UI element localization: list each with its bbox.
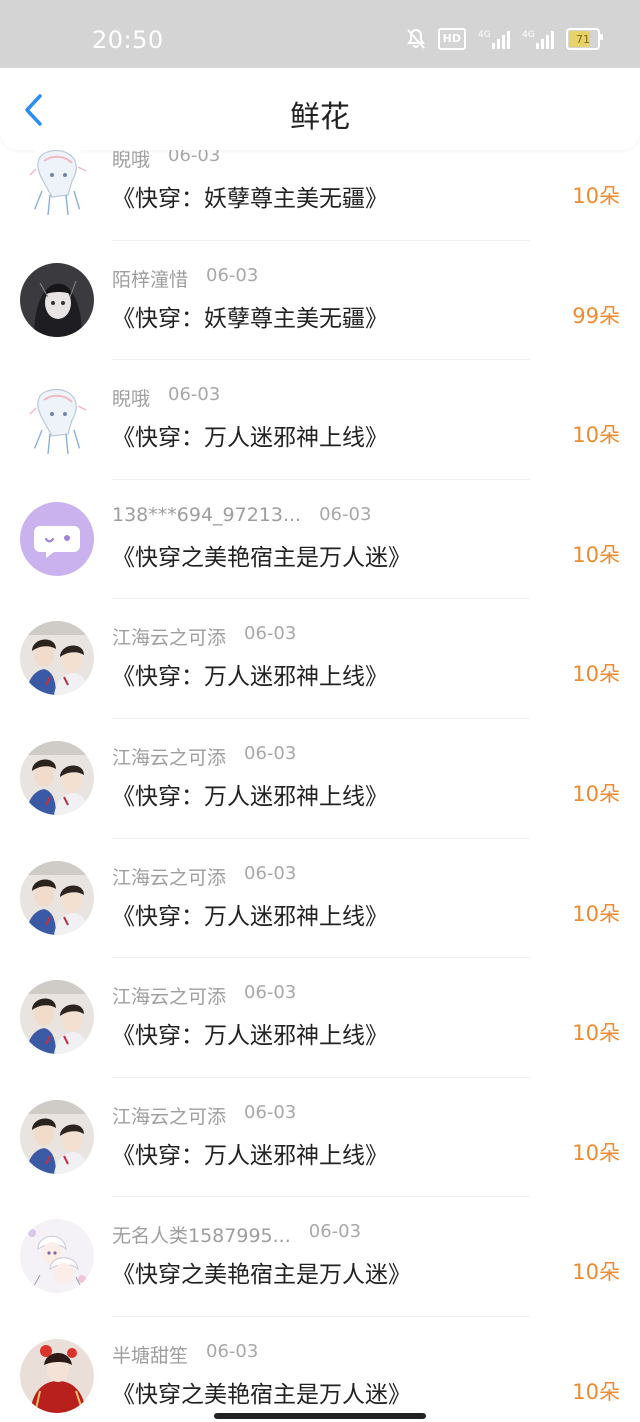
list-item[interactable]: 睨哦 06-03 《快穿：万人迷邪神上线》 10朵 xyxy=(0,360,640,480)
flower-count: 10朵 xyxy=(572,1140,620,1165)
status-icons: HD 4G 4G 71 xyxy=(406,28,603,50)
flower-gift-list[interactable]: 睨哦 06-03 《快穿：妖孽尊主美无疆》 10朵 陌梓潼惜 06-03 《快穿：妖孽尊主美… xyxy=(0,150,640,1422)
book-title[interactable]: 《快穿：万人迷邪神上线》 xyxy=(112,777,388,811)
flower-count: 10朵 xyxy=(572,901,620,926)
signal-icon-2: 4G xyxy=(522,28,554,50)
user-name[interactable]: 138***694_97213... xyxy=(112,504,301,526)
avatar[interactable] xyxy=(20,1099,94,1174)
book-title[interactable]: 《快穿之美艳宿主是万人迷》 xyxy=(112,538,411,572)
user-name[interactable]: 江海云之可添 xyxy=(112,623,226,650)
signal-icon: 4G xyxy=(478,28,510,50)
avatar[interactable] xyxy=(20,980,94,1055)
header: 鲜花 xyxy=(0,68,640,150)
list-item[interactable]: 陌梓潼惜 06-03 《快穿：妖孽尊主美无疆》 99朵 xyxy=(0,241,640,361)
battery-level: 71 xyxy=(576,32,590,46)
list-item[interactable]: 江海云之可添 06-03 《快穿：万人迷邪神上线》 10朵 xyxy=(0,958,640,1078)
flower-count: 10朵 xyxy=(572,1379,620,1404)
user-name[interactable]: 睨哦 xyxy=(112,150,150,172)
avatar[interactable] xyxy=(20,150,94,217)
flower-count: 10朵 xyxy=(572,662,620,687)
user-name[interactable]: 睨哦 xyxy=(112,384,150,411)
user-name[interactable]: 江海云之可添 xyxy=(112,743,226,770)
status-time: 20:50 xyxy=(92,26,164,54)
user-name[interactable]: 江海云之可添 xyxy=(112,982,226,1009)
avatar[interactable] xyxy=(20,860,94,935)
avatar[interactable] xyxy=(20,501,94,576)
list-item[interactable]: 睨哦 06-03 《快穿：妖孽尊主美无疆》 10朵 xyxy=(0,150,640,241)
avatar[interactable] xyxy=(20,740,94,815)
gift-date: 06-03 xyxy=(244,742,297,764)
book-title[interactable]: 《快穿：万人迷邪神上线》 xyxy=(112,897,388,931)
flower-count: 10朵 xyxy=(572,184,620,208)
list-item[interactable]: 江海云之可添 06-03 《快穿：万人迷邪神上线》 10朵 xyxy=(0,1078,640,1198)
gift-date: 06-03 xyxy=(244,862,297,884)
gift-date: 06-03 xyxy=(244,982,297,1004)
list-item[interactable]: 江海云之可添 06-03 《快穿：万人迷邪神上线》 10朵 xyxy=(0,599,640,719)
list-item[interactable]: 半塘甜笙 06-03 《快穿之美艳宿主是万人迷》 10朵 xyxy=(0,1317,640,1422)
book-title[interactable]: 《快穿之美艳宿主是万人迷》 xyxy=(112,1375,411,1409)
user-name[interactable]: 江海云之可添 xyxy=(112,863,226,890)
book-title[interactable]: 《快穿：妖孽尊主美无疆》 xyxy=(112,179,388,213)
avatar[interactable] xyxy=(20,1338,94,1413)
flower-count: 10朵 xyxy=(572,781,620,806)
user-name[interactable]: 半塘甜笙 xyxy=(112,1341,188,1368)
home-indicator[interactable] xyxy=(214,1413,426,1419)
user-name[interactable]: 无名人类1587995... xyxy=(112,1221,291,1248)
book-title[interactable]: 《快穿：万人迷邪神上线》 xyxy=(112,1016,388,1050)
svg-text:4G: 4G xyxy=(522,30,535,40)
svg-text:4G: 4G xyxy=(478,30,491,40)
gift-date: 06-03 xyxy=(206,264,259,286)
book-title[interactable]: 《快穿：妖孽尊主美无疆》 xyxy=(112,299,388,333)
page-title: 鲜花 xyxy=(290,100,350,135)
battery-icon: 71 xyxy=(566,28,603,50)
book-title[interactable]: 《快穿：万人迷邪神上线》 xyxy=(112,657,388,691)
flower-count: 10朵 xyxy=(572,542,620,567)
list-item[interactable]: 无名人类1587995... 06-03 《快穿之美艳宿主是万人迷》 10朵 xyxy=(0,1197,640,1317)
gift-date: 06-03 xyxy=(168,384,221,406)
flower-count: 10朵 xyxy=(572,1021,620,1046)
list-item[interactable]: 江海云之可添 06-03 《快穿：万人迷邪神上线》 10朵 xyxy=(0,839,640,959)
avatar[interactable] xyxy=(20,621,94,696)
book-title[interactable]: 《快穿之美艳宿主是万人迷》 xyxy=(112,1255,411,1289)
book-title[interactable]: 《快穿：万人迷邪神上线》 xyxy=(112,1136,388,1170)
avatar[interactable] xyxy=(20,1219,94,1294)
list-item[interactable]: 138***694_97213... 06-03 《快穿之美艳宿主是万人迷》 10朵 xyxy=(0,480,640,600)
user-name[interactable]: 陌梓潼惜 xyxy=(112,265,188,292)
avatar[interactable] xyxy=(20,382,94,457)
book-title[interactable]: 《快穿：万人迷邪神上线》 xyxy=(112,418,388,452)
gift-date: 06-03 xyxy=(244,623,297,645)
gift-date: 06-03 xyxy=(244,1101,297,1123)
hd-badge: HD xyxy=(437,28,466,50)
gift-date: 06-03 xyxy=(319,503,372,525)
flower-count: 10朵 xyxy=(572,423,620,448)
list-item[interactable]: 江海云之可添 06-03 《快穿：万人迷邪神上线》 10朵 xyxy=(0,719,640,839)
gift-date: 06-03 xyxy=(308,1221,362,1243)
status-bar: 20:50 HD 4G 4G 71 xyxy=(0,0,640,68)
avatar[interactable] xyxy=(20,262,94,337)
mute-bell-icon xyxy=(406,28,426,50)
flower-count: 10朵 xyxy=(572,1260,620,1285)
flower-count: 99朵 xyxy=(572,303,620,328)
user-name[interactable]: 江海云之可添 xyxy=(112,1102,226,1129)
gift-date: 06-03 xyxy=(206,1340,259,1362)
gift-date: 06-03 xyxy=(168,150,221,166)
